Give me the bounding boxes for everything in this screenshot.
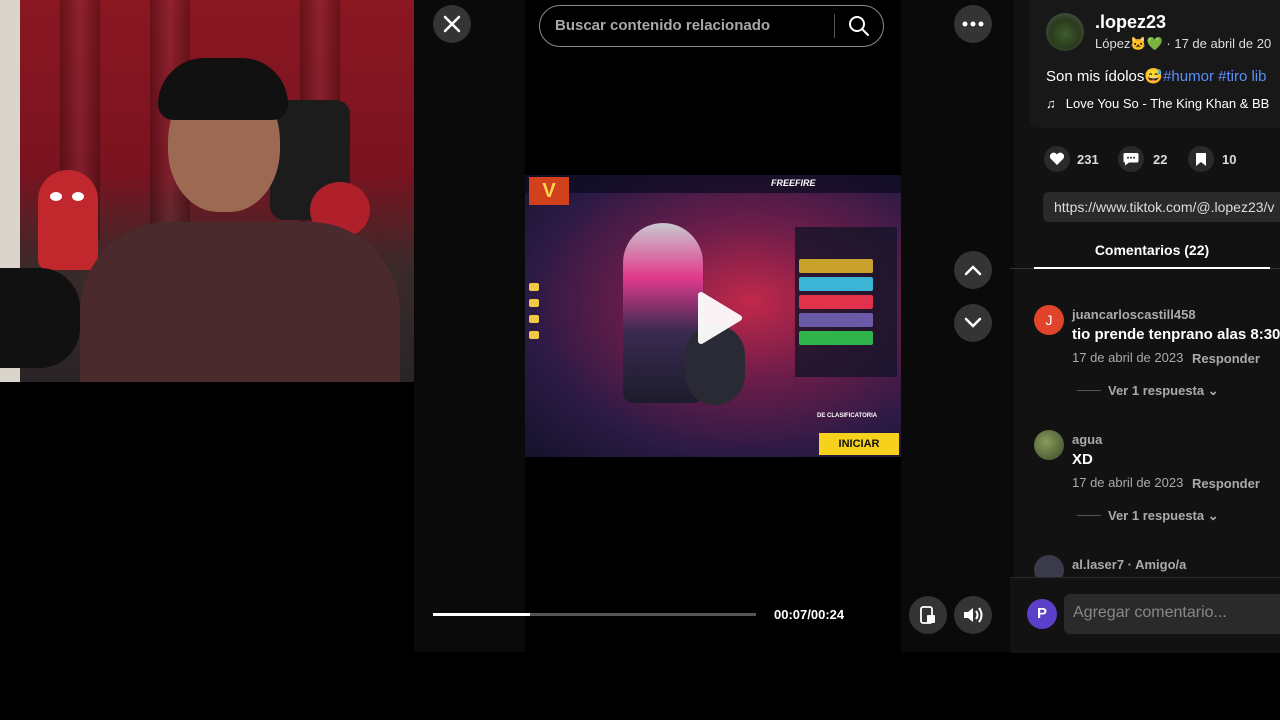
game-brand: FREEFIRE (771, 178, 816, 188)
search-divider (834, 14, 835, 38)
game-side-icon (529, 315, 539, 323)
comment-placeholder: Agregar comentario... (1073, 604, 1227, 621)
caption-text: Son mis ídolos (1046, 68, 1145, 85)
post-date: 17 de abril de 20 (1174, 36, 1272, 51)
bookmark-icon (1196, 152, 1206, 166)
comment-count: 22 (1153, 152, 1168, 167)
post-caption: Son mis ídolos😅#humor #tiro lib (1046, 67, 1266, 85)
previous-video-button[interactable] (954, 251, 992, 289)
time-display: 00:07/00:24 (774, 607, 845, 622)
author-subline: López🐱💚 · 17 de abril de 20 (1095, 36, 1272, 51)
spiderman-toy (38, 170, 98, 270)
like-count: 231 (1077, 152, 1099, 167)
comment-text: tio prende tenprano alas 8:30 d (1072, 326, 1280, 343)
comment-date: 17 de abril de 2023 (1072, 350, 1184, 365)
author-username[interactable]: .lopez23 (1095, 12, 1166, 33)
heart-icon (1049, 152, 1065, 165)
game-friend-list (795, 227, 897, 377)
game-side-icon (529, 331, 539, 339)
chevron-up-icon (964, 265, 982, 276)
chevron-down-icon (964, 317, 982, 328)
comment-username[interactable]: agua (1072, 432, 1102, 447)
comment-username[interactable]: al.laser7 · Amigo/a (1072, 557, 1186, 572)
next-video-button[interactable] (954, 304, 992, 342)
progress-fill (433, 613, 530, 616)
floating-player-button[interactable] (909, 596, 947, 634)
close-icon (443, 15, 461, 33)
webcam-overlay (0, 0, 414, 382)
more-icon (962, 21, 984, 27)
comment-username[interactable]: juancarloscastill458 (1072, 307, 1196, 322)
author-avatar[interactable] (1046, 13, 1084, 51)
chevron-down-icon: ⌄ (1207, 508, 1219, 523)
volume-button[interactable] (954, 596, 992, 634)
replies-line (1077, 390, 1101, 391)
game-mode-label: DE CLASIFICATORIA (817, 413, 878, 419)
view-replies-label: Ver 1 respuesta (1108, 383, 1205, 398)
progress-bar[interactable] (433, 613, 756, 616)
game-side-icon (529, 299, 539, 307)
play-icon[interactable] (691, 291, 745, 345)
replies-line (1077, 515, 1101, 516)
game-rank-badge: V (529, 177, 569, 205)
search-icon[interactable] (848, 15, 870, 37)
comment-text: XD (1072, 451, 1093, 468)
reply-button[interactable]: Responder (1192, 476, 1260, 491)
author-display-name: López (1095, 36, 1131, 51)
green-heart-icon: 💚 (1146, 36, 1163, 51)
cat-emoji-icon: 🐱 (1130, 36, 1147, 51)
comment-button[interactable] (1118, 146, 1144, 172)
tab-comments[interactable]: Comentarios (22) (1034, 242, 1270, 258)
microphone (0, 268, 80, 368)
hashtag-links[interactable]: #humor #tiro lib (1163, 68, 1266, 85)
search-box[interactable]: Buscar contenido relacionado (539, 5, 884, 47)
save-count: 10 (1222, 152, 1237, 167)
floating-player-icon (920, 606, 935, 624)
current-user-avatar[interactable]: P (1027, 599, 1057, 629)
search-input[interactable]: Buscar contenido relacionado (555, 17, 770, 34)
save-button[interactable] (1188, 146, 1214, 172)
comment-icon (1123, 153, 1139, 166)
person-hair (158, 58, 288, 120)
view-replies-button[interactable]: Ver 1 respuesta ⌄ (1108, 508, 1219, 524)
comment-input[interactable]: Agregar comentario... (1064, 594, 1280, 634)
volume-icon (964, 607, 983, 623)
laughing-emoji-icon: 😅 (1144, 68, 1164, 85)
close-button[interactable] (433, 5, 471, 43)
video-link[interactable]: https://www.tiktok.com/@.lopez23/v (1054, 199, 1274, 215)
view-replies-button[interactable]: Ver 1 respuesta ⌄ (1108, 383, 1219, 399)
person-shirt (80, 222, 400, 382)
music-info[interactable]: ♫ Love You So - The King Khan & BB (1046, 96, 1269, 111)
comment-avatar[interactable] (1034, 430, 1064, 460)
view-replies-label: Ver 1 respuesta (1108, 508, 1205, 523)
game-start-button: INICIAR (819, 433, 899, 455)
video-frame[interactable]: V FREEFIRE DE CLASIFICATORIA INICIAR (525, 175, 901, 457)
like-button[interactable] (1044, 146, 1070, 172)
chevron-down-icon: ⌄ (1207, 383, 1219, 398)
game-top-bar (525, 175, 901, 193)
music-note-icon: ♫ (1046, 96, 1056, 111)
reply-button[interactable]: Responder (1192, 351, 1260, 366)
tab-active-indicator (1034, 267, 1270, 269)
game-side-icon (529, 283, 539, 291)
music-title[interactable]: Love You So - The King Khan & BB (1066, 96, 1270, 111)
more-options-button[interactable] (954, 5, 992, 43)
copy-link-box[interactable]: https://www.tiktok.com/@.lopez23/v (1043, 192, 1280, 222)
comment-date: 17 de abril de 2023 (1072, 475, 1184, 490)
comment-avatar[interactable]: J (1034, 305, 1064, 335)
